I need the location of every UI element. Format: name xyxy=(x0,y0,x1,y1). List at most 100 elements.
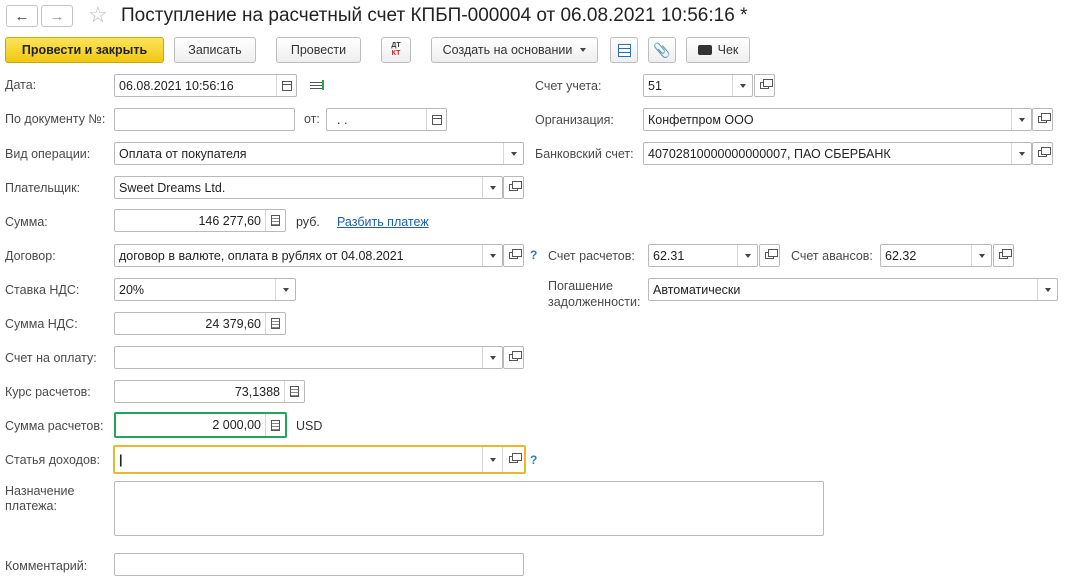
income-item-select[interactable]: | xyxy=(113,445,526,474)
calendar-icon xyxy=(431,114,442,125)
settle-sum-label: Сумма расчетов: xyxy=(5,419,104,433)
amount-value: 146 277,60 xyxy=(198,213,261,228)
invoice-select[interactable] xyxy=(114,346,503,369)
debt-repay-dropdown-button[interactable] xyxy=(1037,279,1057,300)
comment-field[interactable] xyxy=(114,553,524,576)
account-label: Счет учета: xyxy=(535,79,602,93)
organization-label: Организация: xyxy=(535,113,614,127)
chevron-down-icon xyxy=(1018,151,1025,156)
organization-select[interactable]: Конфетпром ООО xyxy=(643,108,1032,131)
window-title: Поступление на расчетный счет КПБП-00000… xyxy=(121,5,748,26)
contract-label: Договор: xyxy=(5,249,56,263)
settle-sum-calculator-button[interactable] xyxy=(265,414,285,436)
settle-sum-currency: USD xyxy=(296,419,323,433)
check-button[interactable]: Чек xyxy=(686,37,750,63)
doc-date-field[interactable]: . . xyxy=(326,108,447,131)
document-list-icon[interactable] xyxy=(310,80,324,90)
organization-open-button[interactable] xyxy=(1032,108,1053,131)
attach-button[interactable]: 📎 xyxy=(648,37,676,63)
vat-rate-dropdown-button[interactable] xyxy=(275,279,295,300)
split-payment-link[interactable]: Разбить платеж xyxy=(337,215,429,230)
settle-account-dropdown-button[interactable] xyxy=(737,245,757,266)
payer-open-button[interactable] xyxy=(503,176,524,199)
rate-calculator-button[interactable] xyxy=(284,381,304,402)
structure-button[interactable] xyxy=(610,37,638,63)
settle-account-open-button[interactable] xyxy=(759,244,780,267)
calculator-icon xyxy=(290,386,299,397)
back-button[interactable]: ← xyxy=(6,5,38,27)
chevron-down-icon xyxy=(1044,287,1051,292)
amount-calculator-button[interactable] xyxy=(265,210,285,231)
organization-dropdown-button[interactable] xyxy=(1011,109,1031,130)
create-based-on-button[interactable]: Создать на основании xyxy=(431,37,598,63)
calendar-icon xyxy=(281,80,292,91)
contract-help-icon[interactable]: ? xyxy=(530,248,537,262)
bank-account-dropdown-button[interactable] xyxy=(1011,143,1031,164)
amount-field[interactable]: 146 277,60 xyxy=(114,209,286,232)
paperclip-icon: 📎 xyxy=(653,41,671,58)
vat-sum-field[interactable]: 24 379,60 xyxy=(114,312,286,335)
kt-label: КТ xyxy=(391,50,401,57)
settle-account-value: 62.31 xyxy=(653,248,685,263)
vat-sum-value: 24 379,60 xyxy=(205,316,261,331)
bank-account-open-button[interactable] xyxy=(1032,142,1053,165)
account-select[interactable]: 51 xyxy=(643,74,753,97)
settle-sum-field[interactable]: 2 000,00 xyxy=(114,412,287,438)
vat-sum-calculator-button[interactable] xyxy=(265,313,285,334)
chevron-down-icon xyxy=(489,253,496,258)
doc-no-field[interactable] xyxy=(114,108,295,131)
check-label: Чек xyxy=(717,43,739,57)
vat-rate-select[interactable]: 20% xyxy=(114,278,296,301)
operation-select[interactable]: Оплата от покупателя xyxy=(114,142,524,165)
invoice-dropdown-button[interactable] xyxy=(482,347,502,368)
account-open-button[interactable] xyxy=(754,74,775,97)
cash-register-icon xyxy=(697,45,712,55)
income-item-value: | xyxy=(119,452,123,467)
operation-dropdown-button[interactable] xyxy=(503,143,523,164)
chevron-down-icon xyxy=(744,253,751,258)
income-item-open-button[interactable] xyxy=(502,447,524,472)
advance-account-open-button[interactable] xyxy=(993,244,1014,267)
account-dropdown-button[interactable] xyxy=(732,75,752,96)
calculator-icon xyxy=(271,419,280,431)
post-button[interactable]: Провести xyxy=(276,37,361,63)
save-button[interactable]: Записать xyxy=(174,37,256,63)
invoice-label: Счет на оплату: xyxy=(5,351,97,365)
post-and-close-button[interactable]: Провести и закрыть xyxy=(5,37,164,63)
debt-repay-select[interactable]: Автоматически xyxy=(648,278,1058,301)
date-field[interactable]: 06.08.2021 10:56:16 xyxy=(114,74,297,97)
comment-label: Комментарий: xyxy=(5,559,88,573)
calculator-icon xyxy=(271,318,280,329)
date-value: 06.08.2021 10:56:16 xyxy=(119,78,234,93)
rate-field[interactable]: 73,1388 xyxy=(114,380,305,403)
advance-account-value: 62.32 xyxy=(885,248,917,263)
payer-select[interactable]: Sweet Dreams Ltd. xyxy=(114,176,503,199)
dt-label: ДТ xyxy=(391,42,401,49)
favorite-star-icon[interactable]: ☆ xyxy=(88,2,108,28)
date-label: Дата: xyxy=(5,78,37,92)
doc-date-calendar-button[interactable] xyxy=(426,109,446,130)
bank-account-select[interactable]: 40702810000000000007, ПАО СБЕРБАНК xyxy=(643,142,1032,165)
payer-dropdown-button[interactable] xyxy=(482,177,502,198)
open-icon xyxy=(509,249,522,259)
bank-account-label: Банковский счет: xyxy=(535,147,634,161)
amount-currency: руб. xyxy=(296,215,320,229)
dt-kt-button[interactable]: ДТ КТ xyxy=(381,37,411,63)
forward-button[interactable]: → xyxy=(41,5,73,27)
contract-select[interactable]: договор в валюте, оплата в рублях от 04.… xyxy=(114,244,503,267)
operation-value: Оплата от покупателя xyxy=(119,146,247,161)
chevron-down-icon xyxy=(1018,117,1025,122)
organization-value: Конфетпром ООО xyxy=(648,112,754,127)
settle-account-select[interactable]: 62.31 xyxy=(648,244,758,267)
open-icon xyxy=(509,181,522,191)
advance-account-dropdown-button[interactable] xyxy=(971,245,991,266)
contract-dropdown-button[interactable] xyxy=(482,245,502,266)
contract-open-button[interactable] xyxy=(503,244,524,267)
income-item-dropdown-button[interactable] xyxy=(482,447,502,472)
invoice-open-button[interactable] xyxy=(503,346,524,369)
advance-account-select[interactable]: 62.32 xyxy=(880,244,992,267)
calendar-button[interactable] xyxy=(276,75,296,96)
purpose-textarea[interactable] xyxy=(114,481,824,536)
open-icon xyxy=(999,249,1012,259)
income-item-help-icon[interactable]: ? xyxy=(530,453,537,467)
